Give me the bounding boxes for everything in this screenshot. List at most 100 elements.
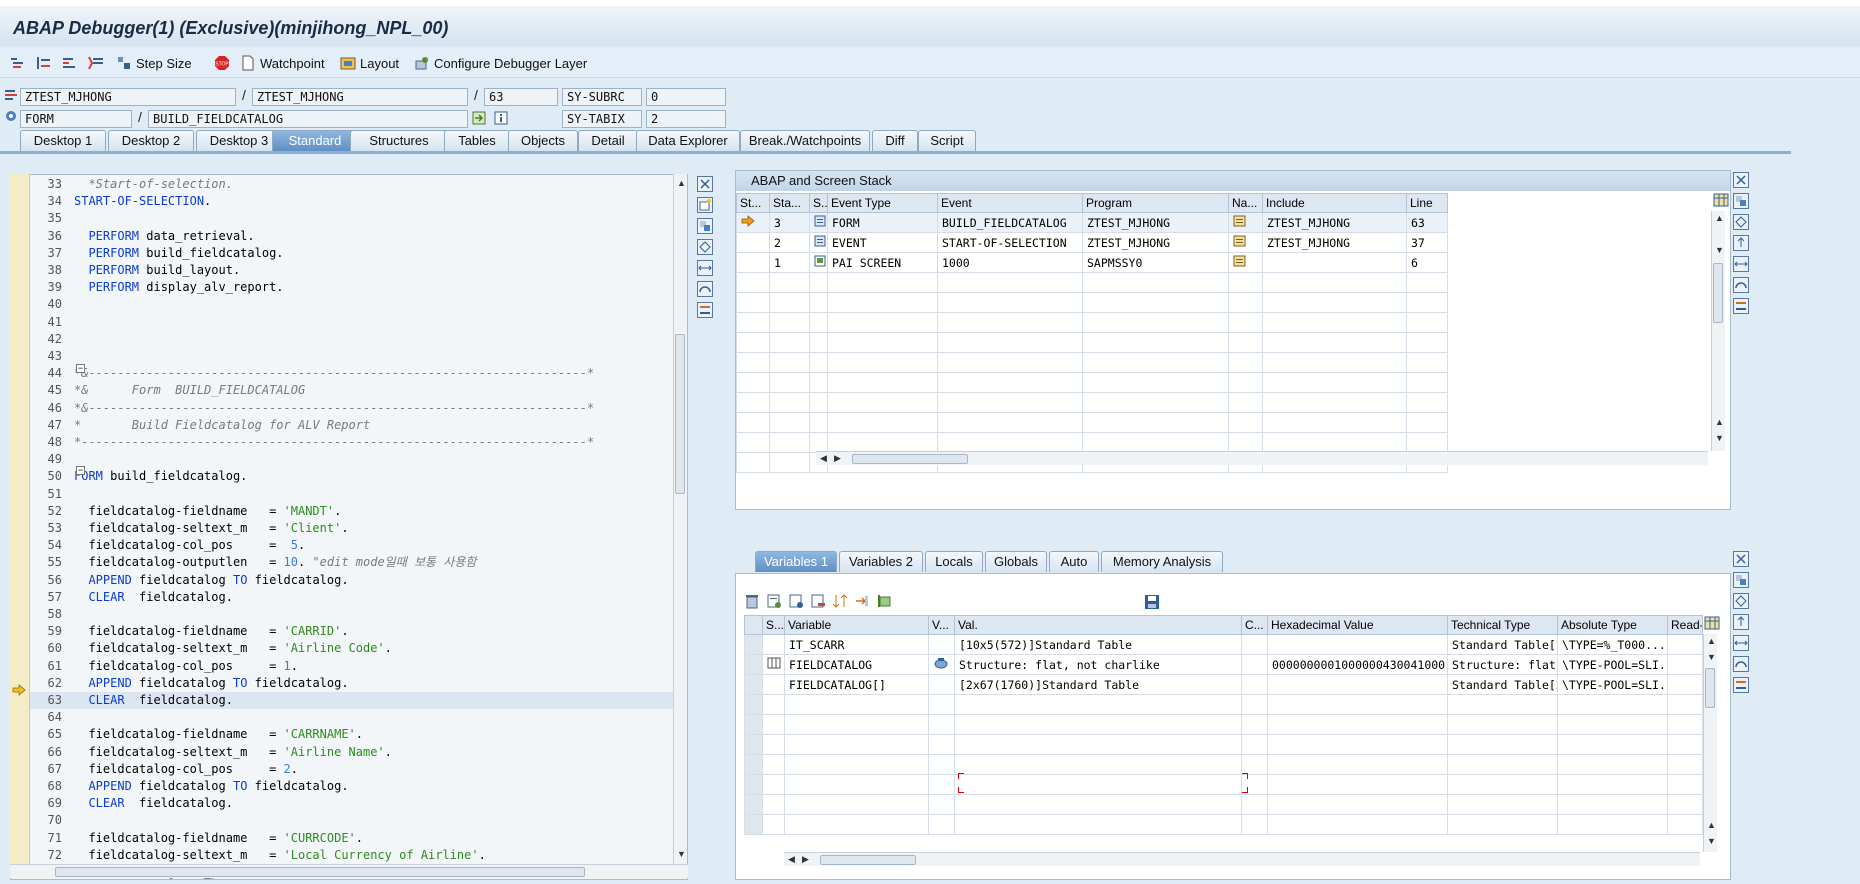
- remove-icon[interactable]: [810, 593, 826, 612]
- watchpoint-button[interactable]: Watchpoint: [240, 52, 325, 74]
- fold-toggle[interactable]: −: [76, 466, 85, 475]
- code-line[interactable]: 61 fieldcatalog-col_pos = 1.: [30, 658, 675, 675]
- upload-icon[interactable]: [1733, 235, 1749, 251]
- variable-name[interactable]: IT_SCARR: [784, 634, 929, 655]
- col-header[interactable]: Absolute Type: [1557, 615, 1668, 635]
- stack-vertical-scrollbar[interactable]: ▲ ▼ ▲ ▼: [1711, 211, 1725, 451]
- vars-vertical-scrollbar[interactable]: ▲ ▼ ▲ ▼: [1703, 634, 1717, 852]
- code-line[interactable]: 67 fieldcatalog-col_pos = 2.: [30, 761, 675, 778]
- services-icon[interactable]: [1733, 656, 1749, 672]
- code-horizontal-scrollbar[interactable]: [10, 864, 688, 878]
- row-selector[interactable]: [744, 674, 763, 695]
- table-row[interactable]: IT_SCARR [10x5(572)]Standard Table Stand…: [744, 634, 1703, 655]
- layout-grid-icon[interactable]: [1704, 616, 1720, 633]
- sy-tabix-value[interactable]: 2: [646, 110, 726, 128]
- scroll-left-icon[interactable]: ◀: [788, 854, 795, 865]
- col-header[interactable]: C...: [1241, 615, 1268, 635]
- single-step-button[interactable]: [10, 52, 30, 74]
- tab-data-explorer[interactable]: Data Explorer: [636, 130, 740, 151]
- navigate-icon[interactable]: [1228, 232, 1263, 253]
- code-line[interactable]: 33 *Start-of-selection.: [30, 176, 675, 193]
- insert-icon[interactable]: [766, 593, 782, 612]
- code-line[interactable]: 35: [30, 210, 675, 227]
- scroll-thumb[interactable]: [820, 855, 916, 865]
- close-icon[interactable]: [697, 176, 713, 192]
- code-line[interactable]: 54 fieldcatalog-col_pos = 5.: [30, 537, 675, 554]
- code-line[interactable]: 60 fieldcatalog-seltext_m = 'Airline Cod…: [30, 640, 675, 657]
- maximize-icon[interactable]: [1733, 593, 1749, 609]
- col-header[interactable]: St...: [736, 193, 770, 213]
- tab-variables-2[interactable]: Variables 2: [839, 551, 923, 572]
- scroll-thumb[interactable]: [675, 334, 685, 494]
- breakpoint-gutter[interactable]: [10, 174, 30, 864]
- code-line[interactable]: 55 fieldcatalog-outputlen = 10. "edit mo…: [30, 554, 675, 571]
- maximize-icon[interactable]: [1733, 214, 1749, 230]
- variable-value[interactable]: Structure: flat, not charlike: [954, 654, 1242, 675]
- col-header[interactable]: Read-: [1667, 615, 1703, 635]
- replace-tool-icon[interactable]: [1733, 572, 1749, 588]
- code-line[interactable]: 70: [30, 812, 675, 829]
- swap-tool-icon[interactable]: [697, 260, 713, 276]
- code-vertical-scrollbar[interactable]: ▲ ▼: [673, 174, 687, 864]
- code-line[interactable]: 58: [30, 606, 675, 623]
- code-line[interactable]: 50 FORM build_fieldcatalog.: [30, 468, 675, 485]
- code-line[interactable]: 42: [30, 331, 675, 348]
- info-icon[interactable]: [494, 111, 508, 128]
- table-row[interactable]: [744, 814, 1703, 835]
- col-header[interactable]: Technical Type: [1447, 615, 1558, 635]
- table-row[interactable]: [744, 754, 1703, 775]
- navigate-icon[interactable]: [1228, 212, 1263, 233]
- tab-locals[interactable]: Locals: [925, 551, 983, 572]
- swap-tool-icon[interactable]: [1733, 256, 1749, 272]
- code-line[interactable]: 59 fieldcatalog-fieldname = 'CARRID'.: [30, 623, 675, 640]
- stop-button[interactable]: STOP: [214, 52, 234, 74]
- code-line[interactable]: 56 APPEND fieldcatalog TO fieldcatalog.: [30, 572, 675, 589]
- replace-tool-icon[interactable]: [697, 218, 713, 234]
- event-type-field[interactable]: FORM: [20, 110, 132, 128]
- scroll-up-icon[interactable]: ▲: [1707, 636, 1716, 646]
- scroll-thumb[interactable]: [1713, 263, 1723, 323]
- table-row[interactable]: [744, 794, 1703, 815]
- code-line[interactable]: 43: [30, 348, 675, 365]
- col-header[interactable]: Val.: [954, 615, 1242, 635]
- scroll-right-icon[interactable]: ▶: [834, 453, 841, 464]
- code-line[interactable]: 69 CLEAR fieldcatalog.: [30, 795, 675, 812]
- col-header[interactable]: Program: [1082, 193, 1229, 213]
- main-program-field[interactable]: ZTEST_MJHONG: [20, 88, 236, 106]
- tab-memory-analysis[interactable]: Memory Analysis: [1101, 551, 1223, 572]
- configure-layer-button[interactable]: Configure Debugger Layer: [414, 52, 587, 74]
- table-row[interactable]: 3 FORM BUILD_FIELDCATALOG ZTEST_MJHONG Z…: [736, 212, 1448, 233]
- code-line[interactable]: 62 APPEND fieldcatalog TO fieldcatalog.: [30, 675, 675, 692]
- variable-value[interactable]: [10x5(572)]Standard Table: [954, 634, 1242, 655]
- scroll-up-icon[interactable]: ▲: [677, 178, 686, 188]
- scroll-up-icon[interactable]: ▲: [1715, 417, 1724, 427]
- code-line[interactable]: 47 * Build Fieldcatalog for ALV Report: [30, 417, 675, 434]
- scroll-down-icon[interactable]: ▼: [1707, 836, 1716, 846]
- swap-tool-icon[interactable]: [1733, 635, 1749, 651]
- services-icon[interactable]: [697, 281, 713, 297]
- continue-button[interactable]: [88, 52, 108, 74]
- fold-toggle[interactable]: −: [76, 364, 85, 373]
- detail-icon[interactable]: [788, 593, 804, 612]
- tab-script[interactable]: Script: [918, 130, 976, 151]
- upload-icon[interactable]: [1733, 614, 1749, 630]
- table-row[interactable]: FIELDCATALOG[] [2x67(1760)]Standard Tabl…: [744, 674, 1703, 695]
- table-row[interactable]: 1 PAI SCREEN 1000 SAPMSSY0 6: [736, 252, 1448, 273]
- stack-horizontal-scrollbar[interactable]: ◀ ▶: [816, 451, 1708, 465]
- row-selector[interactable]: [744, 634, 763, 655]
- tab-diff[interactable]: Diff: [872, 130, 918, 151]
- layout-button[interactable]: Layout: [340, 52, 399, 74]
- return-button[interactable]: [62, 52, 82, 74]
- tab-objects[interactable]: Objects: [508, 130, 578, 151]
- scroll-down-icon[interactable]: ▼: [677, 849, 686, 859]
- execute-button[interactable]: [36, 52, 56, 74]
- col-header[interactable]: S...: [762, 615, 785, 635]
- col-header[interactable]: Sta...: [769, 193, 810, 213]
- code-line[interactable]: 52 fieldcatalog-fieldname = 'MANDT'.: [30, 503, 675, 520]
- flag-icon[interactable]: [876, 593, 892, 612]
- code-line[interactable]: 46 *&------------------------------------…: [30, 400, 675, 417]
- tab-desktop-2[interactable]: Desktop 2: [108, 130, 194, 151]
- row-selector[interactable]: [744, 654, 763, 675]
- services-icon[interactable]: [1733, 277, 1749, 293]
- code-line[interactable]: 71 fieldcatalog-fieldname = 'CURRCODE'.: [30, 830, 675, 847]
